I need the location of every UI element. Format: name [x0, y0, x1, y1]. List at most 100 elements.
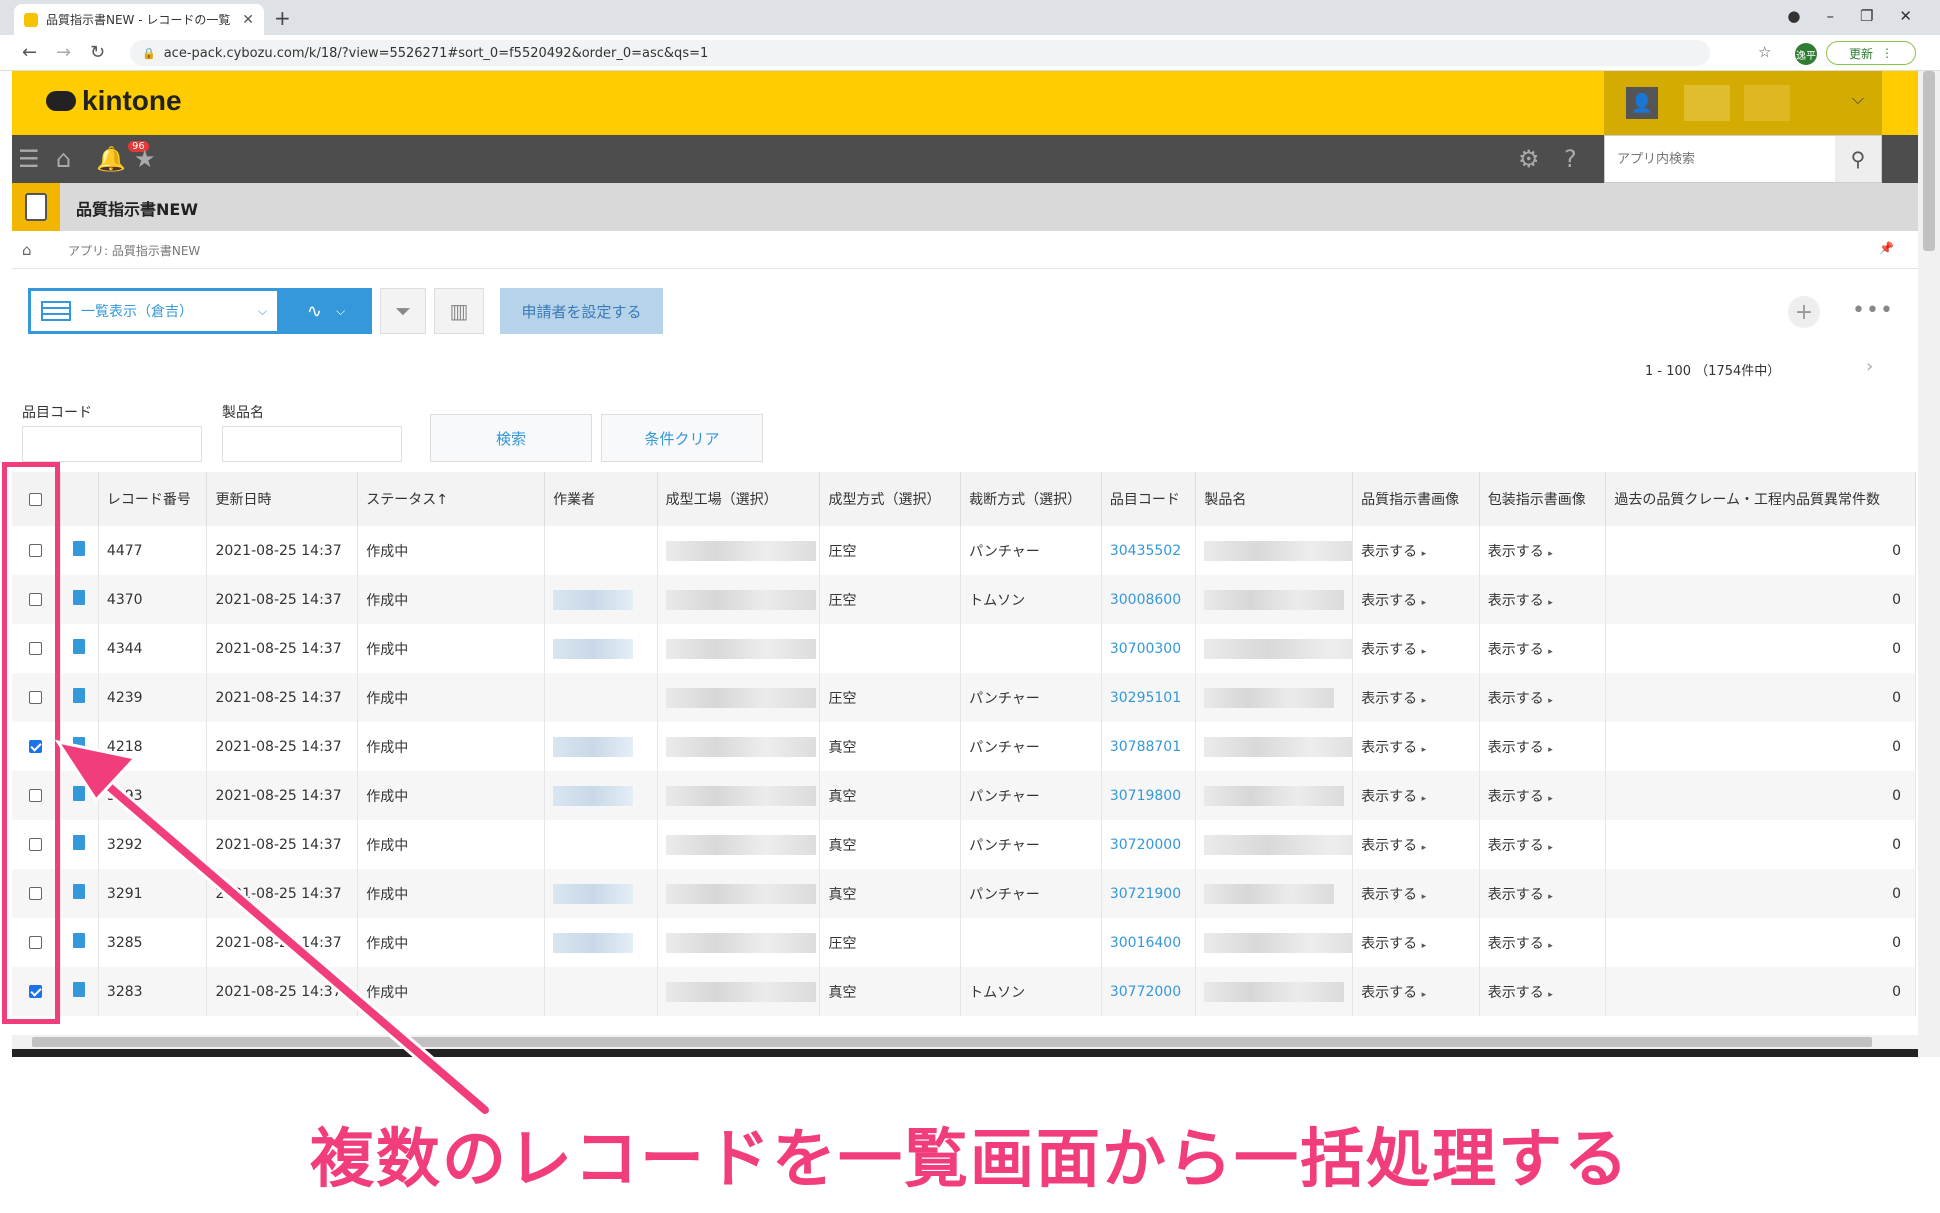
table-row[interactable]: 4239 2021-08-25 14:37 作成中 圧空 パンチャー 30295101 表示…	[12, 673, 1916, 722]
quality-image-link[interactable]: 表示する ▸	[1352, 967, 1480, 1016]
help-icon[interactable]: ?	[1564, 145, 1577, 173]
minimize-icon[interactable]: –	[1826, 7, 1834, 25]
menu-hamburger-icon[interactable]: ☰	[18, 145, 40, 173]
search-button[interactable]: 検索	[430, 414, 592, 462]
column-header[interactable]: 成型方式（選択）	[819, 472, 962, 526]
pin-icon[interactable]: 📌	[1879, 241, 1894, 255]
document-icon[interactable]	[72, 933, 85, 948]
item-code-link[interactable]: 30700300	[1101, 624, 1197, 673]
breadcrumb-home-icon[interactable]: ⌂	[22, 241, 32, 259]
document-icon[interactable]	[72, 541, 85, 556]
quality-image-link[interactable]: 表示する ▸	[1352, 624, 1480, 673]
reload-icon[interactable]: ↻	[90, 42, 105, 63]
column-header[interactable]: 過去の品質クレーム・工程内品質異常件数	[1605, 472, 1916, 526]
table-row[interactable]: 3291 2021-08-25 14:37 作成中 真空 パンチャー 30721900 表示…	[12, 869, 1916, 918]
document-icon[interactable]	[72, 884, 85, 899]
table-row[interactable]: 3292 2021-08-25 14:37 作成中 真空 パンチャー 30720000 表示…	[12, 820, 1916, 869]
packing-image-link[interactable]: 表示する ▸	[1479, 771, 1607, 820]
product-name-input[interactable]	[222, 426, 402, 462]
column-header[interactable]: レコード番号	[98, 472, 208, 526]
quality-image-link[interactable]: 表示する ▸	[1352, 526, 1480, 575]
search-icon[interactable]: ⚲	[1835, 136, 1881, 182]
url-field[interactable]: 🔒 ace-pack.cybozu.com/k/18/?view=5526271…	[130, 40, 1710, 66]
record-detail-cell[interactable]	[60, 624, 99, 673]
document-icon[interactable]	[72, 590, 85, 605]
profile-avatar[interactable]: 逸平	[1795, 43, 1817, 65]
home-icon[interactable]: ⌂	[56, 145, 71, 173]
next-page-icon[interactable]: ›	[1866, 356, 1873, 377]
packing-image-link[interactable]: 表示する ▸	[1479, 722, 1607, 771]
packing-image-link[interactable]: 表示する ▸	[1479, 624, 1607, 673]
table-row[interactable]: 3283 2021-08-25 14:37 作成中 真空 トムソン 30772000 表示す…	[12, 967, 1916, 1016]
quality-image-link[interactable]: 表示する ▸	[1352, 918, 1480, 967]
restore-icon[interactable]: ❐	[1860, 7, 1873, 25]
kintone-logo[interactable]: kintone	[46, 85, 182, 117]
filter-button[interactable]: ⏷	[380, 288, 426, 334]
item-code-link[interactable]: 30016400	[1101, 918, 1197, 967]
quality-image-link[interactable]: 表示する ▸	[1352, 869, 1480, 918]
clear-conditions-button[interactable]: 条件クリア	[601, 414, 763, 462]
item-code-link[interactable]: 30788701	[1101, 722, 1197, 771]
packing-image-link[interactable]: 表示する ▸	[1479, 526, 1607, 575]
quality-image-link[interactable]: 表示する ▸	[1352, 673, 1480, 722]
breadcrumb-app[interactable]: アプリ: 品質指示書NEW	[68, 242, 200, 259]
column-header[interactable]: 製品名	[1195, 472, 1354, 526]
column-header[interactable]: 成型工場（選択）	[657, 472, 821, 526]
document-icon[interactable]	[72, 737, 85, 752]
quality-image-link[interactable]: 表示する ▸	[1352, 820, 1480, 869]
more-options-icon[interactable]: •••	[1852, 298, 1894, 323]
packing-image-link[interactable]: 表示する ▸	[1479, 575, 1607, 624]
column-header[interactable]: 包装指示書画像	[1479, 472, 1607, 526]
document-icon[interactable]	[72, 639, 85, 654]
item-code-link[interactable]: 30008600	[1101, 575, 1197, 624]
app-search-input[interactable]	[1605, 136, 1835, 182]
packing-image-link[interactable]: 表示する ▸	[1479, 673, 1607, 722]
document-icon[interactable]	[72, 688, 85, 703]
column-header[interactable]: 品目コード	[1101, 472, 1197, 526]
column-header[interactable]: 裁断方式（選択）	[960, 472, 1102, 526]
record-detail-cell[interactable]	[60, 722, 99, 771]
record-detail-cell[interactable]	[60, 820, 99, 869]
table-row[interactable]: 4344 2021-08-25 14:37 作成中 30700300 表示する ▸ 表示す…	[12, 624, 1916, 673]
back-icon[interactable]: ←	[22, 42, 37, 63]
document-icon[interactable]	[72, 835, 85, 850]
table-row[interactable]: 3285 2021-08-25 14:37 作成中 圧空 30016400 表示する ▸ 表…	[12, 918, 1916, 967]
vertical-scrollbar[interactable]	[1918, 71, 1940, 1057]
item-code-input[interactable]	[22, 426, 202, 462]
quality-image-link[interactable]: 表示する ▸	[1352, 575, 1480, 624]
table-row[interactable]: 4477 2021-08-25 14:37 作成中 圧空 パンチャー 30435502 表示…	[12, 526, 1916, 575]
view-selector[interactable]: 一覧表示（倉吉） ⌵	[28, 288, 280, 334]
table-row[interactable]: 3293 2021-08-25 14:37 作成中 真空 パンチャー 30719800 表示…	[12, 771, 1916, 820]
browser-tab[interactable]: 品質指示書NEW - レコードの一覧 ✕	[14, 4, 264, 35]
new-tab-icon[interactable]: +	[274, 6, 291, 30]
document-icon[interactable]	[72, 786, 85, 801]
record-detail-cell[interactable]	[60, 967, 99, 1016]
item-code-link[interactable]: 30295101	[1101, 673, 1197, 722]
table-row[interactable]: 4218 2021-08-25 14:37 作成中 真空 パンチャー 30788701 表示…	[12, 722, 1916, 771]
packing-image-link[interactable]: 表示する ▸	[1479, 918, 1607, 967]
profile-menu-icon[interactable]: ●	[1787, 7, 1800, 25]
quality-image-link[interactable]: 表示する ▸	[1352, 771, 1480, 820]
packing-image-link[interactable]: 表示する ▸	[1479, 869, 1607, 918]
graph-selector[interactable]: ∿ ⌵	[280, 288, 372, 334]
record-detail-cell[interactable]	[60, 869, 99, 918]
chart-button[interactable]: ▥	[434, 288, 484, 334]
quality-image-link[interactable]: 表示する ▸	[1352, 722, 1480, 771]
record-detail-cell[interactable]	[60, 918, 99, 967]
item-code-link[interactable]: 30719800	[1101, 771, 1197, 820]
column-header[interactable]: 更新日時	[206, 472, 359, 526]
update-button[interactable]: 更新 ⋮	[1826, 41, 1916, 65]
item-code-link[interactable]: 30435502	[1101, 526, 1197, 575]
user-menu[interactable]: 👤 ⌵	[1604, 71, 1882, 135]
column-header[interactable]: ステータス↑	[357, 472, 546, 526]
packing-image-link[interactable]: 表示する ▸	[1479, 820, 1607, 869]
record-detail-cell[interactable]	[60, 575, 99, 624]
record-detail-cell[interactable]	[60, 771, 99, 820]
forward-icon[interactable]: →	[56, 42, 71, 63]
column-header[interactable]: 作業者	[544, 472, 658, 526]
item-code-link[interactable]: 30772000	[1101, 967, 1197, 1016]
document-icon[interactable]	[72, 982, 85, 997]
item-code-link[interactable]: 30720000	[1101, 820, 1197, 869]
add-record-button[interactable]: +	[1788, 296, 1820, 328]
set-applicant-button[interactable]: 申請者を設定する	[500, 288, 663, 334]
